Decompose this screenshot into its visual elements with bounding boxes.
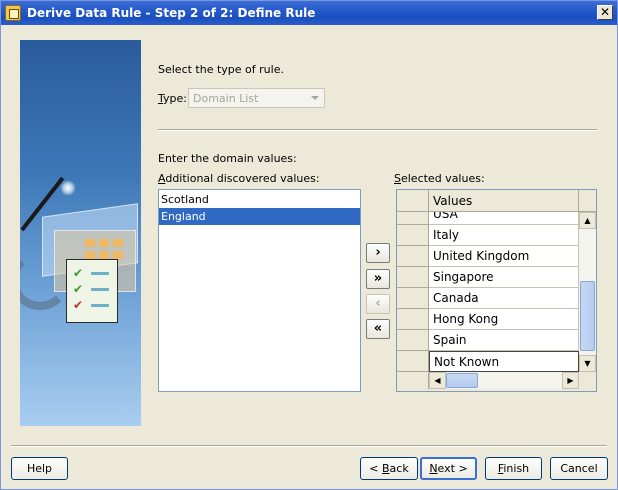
back-button[interactable]: < Back bbox=[360, 457, 418, 480]
table-cell[interactable]: Spain bbox=[429, 330, 579, 351]
table-cell[interactable]: Singapore bbox=[429, 267, 579, 288]
move-one-button[interactable]: › bbox=[366, 243, 390, 263]
rule-type-value: Domain List bbox=[193, 92, 259, 105]
rule-type-select[interactable]: Domain List bbox=[188, 88, 325, 108]
list-item[interactable]: Scotland bbox=[159, 191, 360, 208]
grid-cell bbox=[113, 239, 123, 247]
chevron-down-icon bbox=[311, 96, 319, 100]
close-button[interactable]: ✕ bbox=[597, 5, 613, 20]
move-all-button[interactable]: » bbox=[366, 269, 390, 289]
table-cell[interactable]: United Kingdom bbox=[429, 246, 579, 267]
finish-button[interactable]: Finish bbox=[485, 457, 542, 480]
row-header[interactable] bbox=[397, 246, 429, 267]
next-button[interactable]: Next > bbox=[420, 457, 477, 480]
list-item[interactable]: England bbox=[159, 208, 360, 225]
cancel-button[interactable]: Cancel bbox=[550, 457, 608, 480]
vertical-scrollbar[interactable]: ▲ ▼ bbox=[579, 212, 596, 372]
section-divider bbox=[158, 129, 597, 131]
sparkle-icon bbox=[60, 180, 76, 196]
grid-cell bbox=[113, 251, 123, 259]
scroll-down-icon[interactable]: ▼ bbox=[579, 355, 596, 372]
horizontal-scroll-thumb[interactable] bbox=[446, 373, 478, 388]
table-cell[interactable]: Canada bbox=[429, 288, 579, 309]
grid-cell bbox=[85, 251, 95, 259]
header-filler bbox=[579, 190, 596, 212]
selected-values-label: Selected values: bbox=[394, 172, 485, 185]
list-line bbox=[91, 288, 109, 291]
vertical-scroll-thumb[interactable] bbox=[580, 281, 595, 351]
row-header[interactable] bbox=[397, 212, 429, 225]
domain-prompt: Enter the domain values: bbox=[158, 152, 297, 165]
horizontal-scrollbar[interactable]: ◀ ▶ bbox=[429, 372, 579, 389]
row-header[interactable] bbox=[397, 309, 429, 330]
wizard-window: Derive Data Rule - Step 2 of 2: Define R… bbox=[0, 0, 618, 490]
type-label: Type: bbox=[158, 92, 187, 105]
additional-values-label: Additional discovered values: bbox=[158, 172, 320, 185]
table-corner-header bbox=[397, 190, 429, 212]
table-cell[interactable]: Italy bbox=[429, 225, 579, 246]
title-bar[interactable]: Derive Data Rule - Step 2 of 2: Define R… bbox=[1, 1, 617, 25]
footer-divider bbox=[11, 445, 607, 447]
row-header[interactable] bbox=[397, 267, 429, 288]
row-header[interactable] bbox=[397, 330, 429, 351]
remove-one-button[interactable]: ‹ bbox=[366, 294, 390, 314]
window-title: Derive Data Rule - Step 2 of 2: Define R… bbox=[27, 6, 316, 20]
check-icon: ✔ bbox=[73, 282, 84, 296]
help-button[interactable]: Help bbox=[11, 457, 68, 480]
values-column-header[interactable]: Values bbox=[429, 190, 579, 212]
grid-cell bbox=[99, 239, 109, 247]
row-header[interactable] bbox=[397, 225, 429, 246]
table-cell[interactable]: USA bbox=[429, 212, 579, 225]
row-header[interactable] bbox=[397, 288, 429, 309]
scroll-corner bbox=[579, 372, 596, 389]
selected-values-table[interactable]: Values USA Italy United Kingdom Singapor… bbox=[396, 189, 597, 392]
grid-cell bbox=[85, 239, 95, 247]
table-cell[interactable]: Hong Kong bbox=[429, 309, 579, 330]
scroll-right-icon[interactable]: ▶ bbox=[562, 372, 579, 389]
scroll-up-icon[interactable]: ▲ bbox=[579, 212, 596, 229]
rule-type-prompt: Select the type of rule. bbox=[158, 63, 284, 76]
scroll-left-icon[interactable]: ◀ bbox=[429, 372, 446, 389]
table-corner-footer bbox=[397, 372, 429, 389]
list-line bbox=[91, 272, 109, 275]
additional-values-list[interactable]: Scotland England bbox=[158, 189, 361, 392]
check-icon: ✔ bbox=[73, 266, 84, 280]
table-cell[interactable]: Not Known bbox=[429, 351, 579, 372]
list-line bbox=[91, 304, 109, 307]
wizard-illustration: ✔ ✔ ✔ bbox=[20, 40, 141, 426]
remove-all-button[interactable]: « bbox=[366, 319, 390, 339]
check-icon: ✔ bbox=[73, 298, 84, 312]
row-header[interactable] bbox=[397, 351, 429, 372]
grid-cell bbox=[99, 251, 109, 259]
table-rows: USA Italy United Kingdom Singapore Canad… bbox=[397, 212, 579, 372]
checklist-icon: ✔ ✔ ✔ bbox=[66, 259, 118, 323]
app-icon bbox=[5, 5, 21, 21]
